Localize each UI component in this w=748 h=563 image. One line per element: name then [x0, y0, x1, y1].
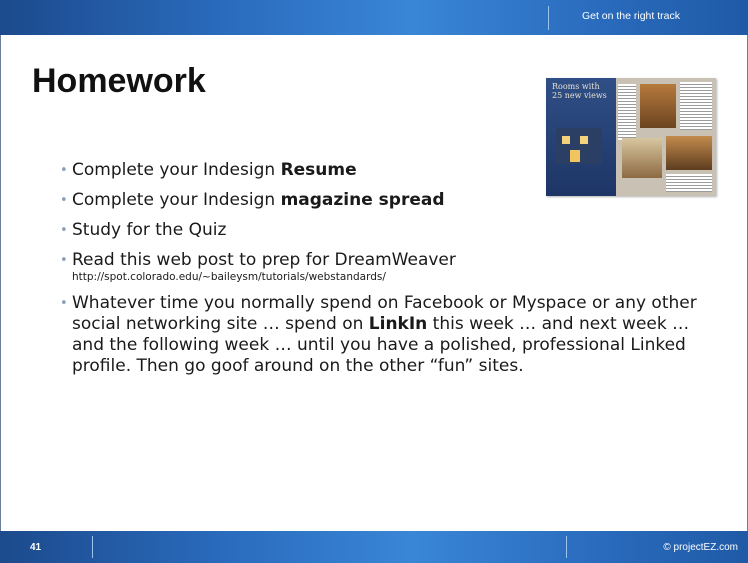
bullet-icon: •: [60, 253, 68, 268]
web-post-link[interactable]: http://spot.colorado.edu/~baileysm/tutor…: [72, 271, 712, 284]
bullet-icon: •: [60, 223, 68, 238]
slide-number: 41: [30, 542, 42, 553]
footer-divider: [566, 536, 567, 558]
bullet-icon: •: [60, 296, 68, 311]
list-item: • Study for the Quiz: [60, 220, 227, 240]
image-headline-1: Rooms with: [552, 82, 600, 91]
bullet-icon: •: [60, 163, 68, 178]
slide-title: Homework: [32, 62, 206, 100]
image-headline-2: 25 new views: [552, 91, 607, 100]
list-item: • Complete your Indesign Resume: [60, 160, 357, 180]
footer-bar: 41 © projectEZ.com: [0, 531, 748, 563]
copyright-text: © projectEZ.com: [663, 542, 738, 553]
list-item: • Complete your Indesign magazine spread: [60, 190, 445, 210]
list-item: • Whatever time you normally spend on Fac…: [60, 293, 697, 376]
header-bar: Get on the right track: [0, 0, 748, 35]
homework-list: • Complete your Indesign Resume • Complete…: [60, 160, 712, 386]
bullet-icon: •: [60, 193, 68, 208]
list-item: • Read this web post to prep for DreamWea…: [60, 250, 712, 284]
footer-divider: [92, 536, 93, 558]
header-divider: [548, 6, 549, 30]
header-tagline: Get on the right track: [581, 10, 680, 22]
